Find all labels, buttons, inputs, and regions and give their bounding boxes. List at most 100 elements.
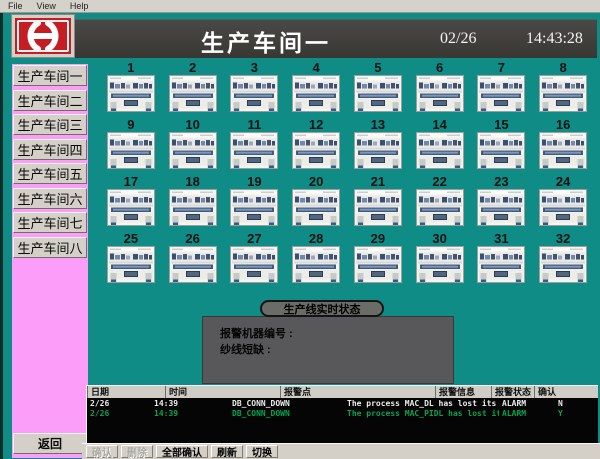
alarm-status: ALARM <box>499 399 555 408</box>
workshop-button[interactable]: 生产车间三 <box>13 114 87 135</box>
machine-cell[interactable]: 8 <box>532 60 594 117</box>
alarm-point: DB_CONN_DOWN <box>229 409 344 418</box>
machine-cell[interactable]: 2 <box>162 60 224 117</box>
knitting-machine-icon <box>292 132 340 169</box>
workshop-button[interactable]: 生产车间一 <box>13 65 87 86</box>
alarm-column-header: 日期 <box>87 386 165 398</box>
knitting-machine-icon <box>539 75 587 112</box>
machine-number: 4 <box>313 60 320 75</box>
machine-cell[interactable]: 18 <box>162 174 224 231</box>
machine-number: 23 <box>494 174 508 189</box>
workshop-button[interactable]: 生产车间八 <box>13 237 87 258</box>
machine-number: 9 <box>127 117 134 132</box>
machine-cell[interactable]: 15 <box>471 117 533 174</box>
workshop-button[interactable]: 生产车间四 <box>13 139 87 160</box>
machine-cell[interactable]: 4 <box>285 60 347 117</box>
machine-cell[interactable]: 10 <box>162 117 224 174</box>
machine-cell[interactable]: 30 <box>409 231 471 288</box>
alarm-ack: N <box>555 399 598 408</box>
machine-cell[interactable]: 25 <box>100 231 162 288</box>
machine-number: 17 <box>124 174 138 189</box>
alarm-ack: Y <box>555 409 598 418</box>
machine-grid: 1 <box>100 60 594 288</box>
machine-cell[interactable]: 23 <box>471 174 533 231</box>
machine-cell[interactable]: 29 <box>347 231 409 288</box>
knitting-machine-icon <box>292 246 340 283</box>
alarm-column-header: 报警状态 <box>491 386 534 398</box>
workshop-button[interactable]: 生产车间六 <box>13 188 87 209</box>
workshop-button[interactable]: 生产车间五 <box>13 163 87 184</box>
knitting-machine-icon <box>292 75 340 112</box>
machine-cell[interactable]: 24 <box>532 174 594 231</box>
machine-cell[interactable]: 5 <box>347 60 409 117</box>
window-left-border <box>0 13 3 459</box>
machine-number: 19 <box>247 174 261 189</box>
knitting-machine-icon <box>477 75 525 112</box>
toolbar-button[interactable]: 全部确认 <box>156 445 208 458</box>
alarm-row[interactable]: 2/26 14:39 DB_CONN_DOWN The process MAC_… <box>87 408 598 418</box>
machine-number: 22 <box>432 174 446 189</box>
alarm-message: The process MAC_DL has lost its d.. <box>344 399 499 408</box>
alarm-table: 日期时间报警点报警信息报警状态确认 2/26 14:39 DB_CONN_DOW… <box>86 385 598 444</box>
machine-number: 26 <box>185 231 199 246</box>
alarm-row[interactable]: 2/26 14:39 DB_CONN_DOWN The process MAC_… <box>87 398 598 408</box>
machine-cell[interactable]: 32 <box>532 231 594 288</box>
machine-cell[interactable]: 20 <box>285 174 347 231</box>
machine-number: 29 <box>371 231 385 246</box>
machine-cell[interactable]: 28 <box>285 231 347 288</box>
knitting-machine-icon <box>107 246 155 283</box>
machine-cell[interactable]: 17 <box>100 174 162 231</box>
toolbar-button[interactable]: 刷新 <box>211 445 243 458</box>
machine-cell[interactable]: 26 <box>162 231 224 288</box>
knitting-machine-icon <box>416 189 464 226</box>
knitting-machine-icon <box>230 132 278 169</box>
machine-number: 12 <box>309 117 323 132</box>
machine-cell[interactable]: 11 <box>224 117 286 174</box>
knitting-machine-icon <box>354 132 402 169</box>
machine-cell[interactable]: 6 <box>409 60 471 117</box>
knitting-machine-icon <box>354 189 402 226</box>
alarm-column-header: 报警点 <box>280 386 435 398</box>
knitting-machine-icon <box>539 189 587 226</box>
knitting-machine-icon <box>169 132 217 169</box>
machine-cell[interactable]: 27 <box>224 231 286 288</box>
menu-item[interactable]: File <box>8 1 23 11</box>
knitting-machine-icon <box>230 189 278 226</box>
machine-number: 3 <box>251 60 258 75</box>
machine-cell[interactable]: 12 <box>285 117 347 174</box>
toolbar-button[interactable]: 删除 <box>121 445 153 458</box>
machine-cell[interactable]: 21 <box>347 174 409 231</box>
machine-cell[interactable]: 19 <box>224 174 286 231</box>
toolbar-button[interactable]: 切换 <box>246 445 278 458</box>
back-button[interactable]: 返回 <box>13 433 87 454</box>
workshop-button[interactable]: 生产车间二 <box>13 90 87 111</box>
machine-cell[interactable]: 14 <box>409 117 471 174</box>
menu-item[interactable]: View <box>37 1 56 11</box>
machine-cell[interactable]: 16 <box>532 117 594 174</box>
machine-cell[interactable]: 31 <box>471 231 533 288</box>
machine-cell[interactable]: 1 <box>100 60 162 117</box>
machine-cell[interactable]: 9 <box>100 117 162 174</box>
alarm-date: 2/26 <box>87 399 151 408</box>
alarm-message: The process MAC_PIDL has lost its .. <box>344 409 499 418</box>
machine-cell[interactable]: 7 <box>471 60 533 117</box>
machine-number: 7 <box>498 60 505 75</box>
alarm-time: 14:39 <box>151 399 229 408</box>
knitting-machine-icon <box>354 246 402 283</box>
machine-cell[interactable]: 3 <box>224 60 286 117</box>
header-bar: 生产车间一 02/26 14:43:28 <box>28 19 597 58</box>
knitting-machine-icon <box>169 246 217 283</box>
machine-number: 31 <box>494 231 508 246</box>
knitting-machine-icon <box>169 75 217 112</box>
knitting-machine-icon <box>477 132 525 169</box>
machine-number: 6 <box>436 60 443 75</box>
alarm-point: DB_CONN_DOWN <box>229 399 344 408</box>
time-display: 14:43:28 <box>526 30 583 48</box>
toolbar-button[interactable]: 确认 <box>86 445 118 458</box>
machine-cell[interactable]: 13 <box>347 117 409 174</box>
workshop-button[interactable]: 生产车间七 <box>13 212 87 233</box>
machine-number: 14 <box>432 117 446 132</box>
menu-item[interactable]: Help <box>70 1 89 11</box>
alarm-column-header: 时间 <box>165 386 280 398</box>
machine-cell[interactable]: 22 <box>409 174 471 231</box>
